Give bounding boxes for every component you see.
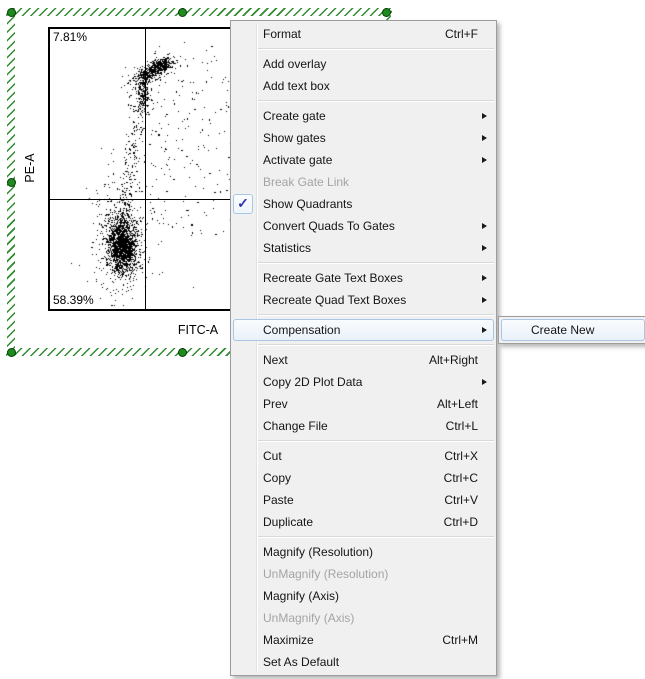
menu-item-create-gate[interactable]: Create gate xyxy=(233,105,494,127)
menu-item-label: Recreate Quad Text Boxes xyxy=(263,293,406,307)
menu-separator xyxy=(258,100,494,102)
submenu-arrow-icon xyxy=(482,297,487,303)
menu-item-label: Set As Default xyxy=(263,655,339,669)
menu-item-label: Prev xyxy=(263,397,288,411)
menu-item-magnify-resolution[interactable]: Magnify (Resolution) xyxy=(233,541,494,563)
menu-separator xyxy=(258,262,494,264)
menu-item-show-gates[interactable]: Show gates xyxy=(233,127,494,149)
menu-item-label: Activate gate xyxy=(263,153,332,167)
menu-shortcut: Ctrl+V xyxy=(444,490,478,510)
menu-item-label: Create gate xyxy=(263,109,326,123)
menu-item-add-text-box[interactable]: Add text box xyxy=(233,75,494,97)
menu-item-recreate-gate-text-boxes[interactable]: Recreate Gate Text Boxes xyxy=(233,267,494,289)
menu-item-duplicate[interactable]: Duplicate Ctrl+D xyxy=(233,511,494,533)
selection-handle-top-right[interactable] xyxy=(382,8,391,17)
selection-handle-middle-left[interactable] xyxy=(7,178,16,187)
menu-shortcut: Ctrl+M xyxy=(442,630,478,650)
menu-item-label: Magnify (Axis) xyxy=(263,589,339,603)
selection-hatch-top xyxy=(6,8,392,16)
quadrant-stat-upper-left: 7.81% xyxy=(53,30,87,44)
x-axis-label: FITC-A xyxy=(178,323,218,337)
menu-item-unmagnify-resolution: UnMagnify (Resolution) xyxy=(233,563,494,585)
menu-item-label: Maximize xyxy=(263,633,314,647)
menu-item-format[interactable]: Format Ctrl+F xyxy=(233,23,494,45)
y-axis-label: PE-A xyxy=(23,153,37,182)
menu-item-break-gate-link: Break Gate Link xyxy=(233,171,494,193)
submenu-arrow-icon xyxy=(482,379,487,385)
menu-item-label: Change File xyxy=(263,419,328,433)
submenu-arrow-icon xyxy=(482,245,487,251)
menu-separator xyxy=(258,440,494,442)
menu-item-maximize[interactable]: Maximize Ctrl+M xyxy=(233,629,494,651)
menu-item-copy-2d-plot-data[interactable]: Copy 2D Plot Data xyxy=(233,371,494,393)
menu-item-show-quadrants[interactable]: ✓ Show Quadrants xyxy=(233,193,494,215)
menu-item-label: Format xyxy=(263,27,301,41)
menu-item-next[interactable]: Next Alt+Right xyxy=(233,349,494,371)
menu-shortcut: Ctrl+C xyxy=(444,468,478,488)
submenu-arrow-icon xyxy=(482,157,487,163)
menu-item-set-as-default[interactable]: Set As Default xyxy=(233,651,494,673)
menu-item-label: Magnify (Resolution) xyxy=(263,545,373,559)
menu-item-label: Compensation xyxy=(263,323,340,337)
context-menu: Format Ctrl+F Add overlay Add text box Creat… xyxy=(230,20,497,676)
application-canvas: 7.81% 58.39% PE-A FITC-A Format Ctrl+F Add… xyxy=(0,0,645,679)
menu-shortcut: Alt+Left xyxy=(437,394,478,414)
menu-item-label: Add text box xyxy=(263,79,330,93)
selection-handle-top-middle[interactable] xyxy=(178,8,187,17)
menu-item-label: Paste xyxy=(263,493,294,507)
submenu-arrow-icon xyxy=(482,223,487,229)
menu-item-label: Break Gate Link xyxy=(263,175,349,189)
menu-item-add-overlay[interactable]: Add overlay xyxy=(233,53,494,75)
menu-item-magnify-axis[interactable]: Magnify (Axis) xyxy=(233,585,494,607)
menu-item-label: Show Quadrants xyxy=(263,197,352,211)
menu-item-label: Next xyxy=(263,353,288,367)
menu-item-activate-gate[interactable]: Activate gate xyxy=(233,149,494,171)
menu-item-unmagnify-axis: UnMagnify (Axis) xyxy=(233,607,494,629)
selection-handle-bottom-middle[interactable] xyxy=(178,348,187,357)
menu-separator xyxy=(258,314,494,316)
submenu-arrow-icon xyxy=(482,275,487,281)
menu-item-recreate-quad-text-boxes[interactable]: Recreate Quad Text Boxes xyxy=(233,289,494,311)
menu-item-label: Convert Quads To Gates xyxy=(263,219,395,233)
menu-item-paste[interactable]: Paste Ctrl+V xyxy=(233,489,494,511)
menu-item-compensation[interactable]: Compensation xyxy=(233,319,494,341)
menu-separator xyxy=(258,344,494,346)
selection-handle-top-left[interactable] xyxy=(7,8,16,17)
menu-item-label: UnMagnify (Axis) xyxy=(263,611,354,625)
submenu-arrow-icon xyxy=(482,113,487,119)
quadrant-stat-lower-left: 58.39% xyxy=(53,293,94,307)
menu-item-convert-quads-to-gates[interactable]: Convert Quads To Gates xyxy=(233,215,494,237)
menu-item-label: UnMagnify (Resolution) xyxy=(263,567,388,581)
menu-item-label: Recreate Gate Text Boxes xyxy=(263,271,403,285)
menu-item-statistics[interactable]: Statistics xyxy=(233,237,494,259)
checkmark-icon: ✓ xyxy=(233,194,253,214)
submenu-arrow-icon xyxy=(482,135,487,141)
menu-shortcut: Ctrl+F xyxy=(445,24,478,44)
submenu-arrow-icon xyxy=(482,327,487,333)
menu-separator xyxy=(258,48,494,50)
menu-item-label: Statistics xyxy=(263,241,311,255)
menu-shortcut: Alt+Right xyxy=(429,350,478,370)
menu-item-label: Cut xyxy=(263,449,282,463)
menu-item-label: Show gates xyxy=(263,131,326,145)
menu-shortcut: Ctrl+X xyxy=(444,446,478,466)
menu-item-label: Duplicate xyxy=(263,515,313,529)
menu-separator xyxy=(258,536,494,538)
menu-item-cut[interactable]: Cut Ctrl+X xyxy=(233,445,494,467)
menu-item-prev[interactable]: Prev Alt+Left xyxy=(233,393,494,415)
menu-shortcut: Ctrl+D xyxy=(444,512,478,532)
compensation-submenu: Create New xyxy=(498,316,645,344)
menu-shortcut: Ctrl+L xyxy=(446,416,478,436)
menu-item-label: Create New xyxy=(531,323,594,337)
menu-item-label: Copy 2D Plot Data xyxy=(263,375,362,389)
menu-item-label: Copy xyxy=(263,471,291,485)
menu-item-create-new[interactable]: Create New xyxy=(501,319,645,341)
selection-handle-bottom-left[interactable] xyxy=(7,348,16,357)
menu-item-label: Add overlay xyxy=(263,57,326,71)
menu-item-change-file[interactable]: Change File Ctrl+L xyxy=(233,415,494,437)
quadrant-line-vertical[interactable] xyxy=(145,29,146,309)
menu-item-copy[interactable]: Copy Ctrl+C xyxy=(233,467,494,489)
